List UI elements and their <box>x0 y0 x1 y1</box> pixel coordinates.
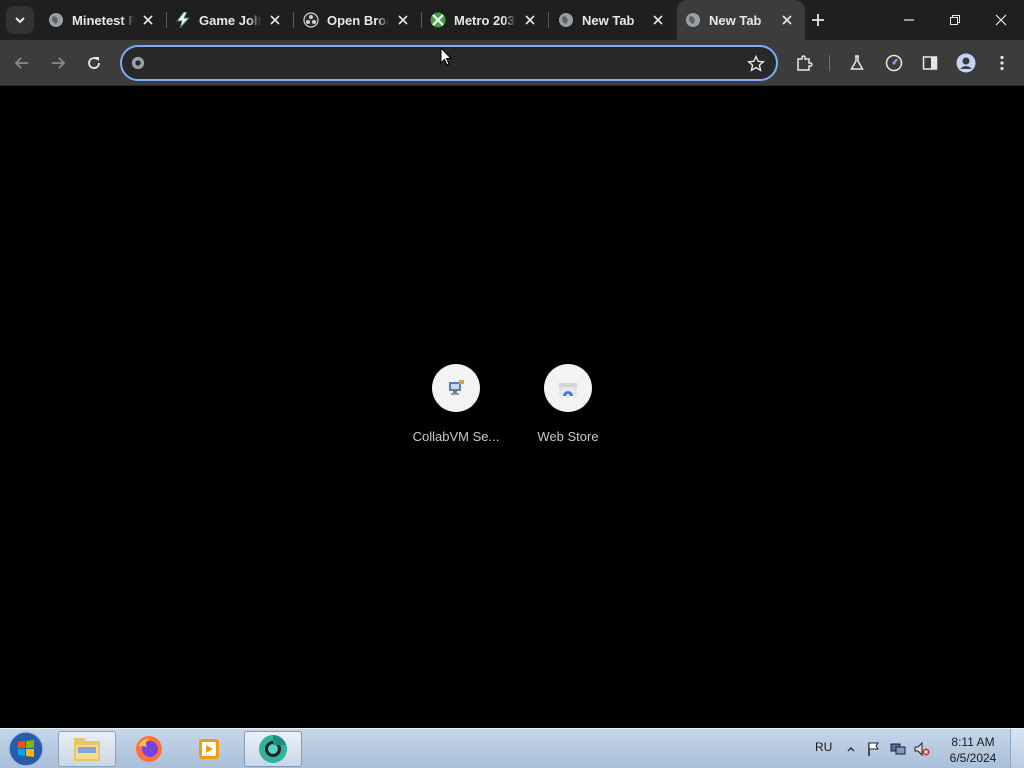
avatar-icon <box>956 53 976 73</box>
tab-2[interactable]: Game Jolt <box>167 0 294 40</box>
tab-search-button[interactable] <box>6 6 34 34</box>
tab-1[interactable]: Minetest F <box>40 0 167 40</box>
close-icon <box>995 14 1007 26</box>
close-icon[interactable] <box>650 12 666 28</box>
globe-icon <box>685 12 701 28</box>
reload-icon <box>88 57 100 69</box>
taskbar-chrome[interactable] <box>244 731 302 767</box>
tab-title: Minetest F <box>72 12 134 28</box>
action-center-icon[interactable] <box>866 741 882 757</box>
web-store-icon <box>559 383 577 398</box>
show-hidden-icons-button[interactable] <box>843 741 859 757</box>
tab-strip: Minetest F Game Jolt Open Broa Metro 203… <box>0 0 1024 40</box>
clock-time: 8:11 AM <box>951 735 995 749</box>
browser-toolbar <box>0 40 1024 86</box>
tab-3[interactable]: Open Broa <box>295 0 422 40</box>
extensions-button[interactable] <box>790 49 818 77</box>
shortcut-label: CollabVM Se... <box>412 429 500 444</box>
explorer-icon <box>74 738 100 761</box>
arrow-right-icon <box>52 57 66 69</box>
mouse-cursor-icon <box>440 47 452 66</box>
plus-icon <box>812 14 824 26</box>
tab-separator <box>293 12 294 28</box>
firefox-icon <box>136 736 162 762</box>
obs-icon <box>303 12 319 28</box>
collabvm-icon <box>449 380 464 395</box>
tab-title: Open Broa <box>327 12 389 28</box>
shortcut-web-store[interactable]: Web Store <box>512 364 624 454</box>
chrome-logo-icon <box>130 55 146 71</box>
chevron-up-icon <box>847 746 855 752</box>
flask-icon <box>850 55 864 70</box>
side-panel-icon <box>922 56 938 70</box>
close-icon[interactable] <box>522 12 538 28</box>
tab-title: New Tab <box>582 12 635 28</box>
menu-button[interactable] <box>988 49 1016 77</box>
globe-icon <box>558 12 574 28</box>
forward-button[interactable] <box>44 49 72 77</box>
volume-muted-icon[interactable] <box>914 741 930 757</box>
performance-button[interactable] <box>880 49 908 77</box>
side-panel-button[interactable] <box>916 49 944 77</box>
tab-4[interactable]: Metro 203 <box>422 0 549 40</box>
reload-button[interactable] <box>80 49 108 77</box>
taskbar: RU 8:11 AM 6/5/2024 <box>0 728 1024 768</box>
screen: Minetest F Game Jolt Open Broa Metro 203… <box>0 0 1024 768</box>
minimize-button[interactable] <box>886 0 932 40</box>
chrome-icon <box>259 735 287 763</box>
restore-icon <box>950 15 960 25</box>
show-desktop-button[interactable] <box>1010 729 1024 768</box>
globe-icon <box>48 12 64 28</box>
arrow-left-icon <box>14 57 28 69</box>
tab-title: New Tab <box>709 12 762 28</box>
back-button[interactable] <box>8 49 36 77</box>
chevron-down-icon <box>15 17 25 24</box>
taskbar-media-player[interactable] <box>180 731 238 767</box>
profile-button[interactable] <box>952 49 980 77</box>
language-indicator[interactable]: RU <box>815 740 832 754</box>
media-player-icon <box>199 739 219 759</box>
close-window-button[interactable] <box>978 0 1024 40</box>
tab-title: Game Jolt <box>199 12 261 28</box>
new-tab-button[interactable] <box>808 10 828 30</box>
xbox-icon <box>430 12 446 28</box>
network-icon[interactable] <box>890 741 906 757</box>
taskbar-firefox[interactable] <box>120 731 178 767</box>
speedometer-icon <box>885 54 903 72</box>
clock-date: 6/5/2024 <box>949 751 997 765</box>
shortcut-label: Web Store <box>537 429 599 444</box>
puzzle-icon <box>797 55 813 71</box>
toolbar-divider <box>829 55 830 71</box>
tab-title: Metro 203 <box>454 12 515 28</box>
windows-orb-icon <box>8 731 44 767</box>
shortcut-icon-circle <box>544 364 592 412</box>
tab-5[interactable]: New Tab <box>550 0 676 40</box>
shortcut-collabvm[interactable]: CollabVM Se... <box>400 364 512 454</box>
tab-6-active[interactable]: New Tab <box>677 0 805 40</box>
close-icon[interactable] <box>395 12 411 28</box>
clock[interactable]: 8:11 AM 6/5/2024 <box>944 734 1002 766</box>
close-icon[interactable] <box>140 12 156 28</box>
tab-separator <box>548 12 549 28</box>
labs-button[interactable] <box>843 49 871 77</box>
close-icon[interactable] <box>267 12 283 28</box>
kebab-menu-icon <box>1000 55 1004 71</box>
minimize-icon <box>904 19 914 21</box>
restore-button[interactable] <box>932 0 978 40</box>
shortcut-icon-circle <box>432 364 480 412</box>
bookmark-star-icon[interactable] <box>746 54 766 74</box>
new-tab-page: CollabVM Se... Web Store <box>0 87 1024 728</box>
gamejolt-icon <box>175 12 191 28</box>
close-icon[interactable] <box>779 12 795 28</box>
taskbar-explorer[interactable] <box>58 731 116 767</box>
start-button[interactable] <box>6 731 46 767</box>
